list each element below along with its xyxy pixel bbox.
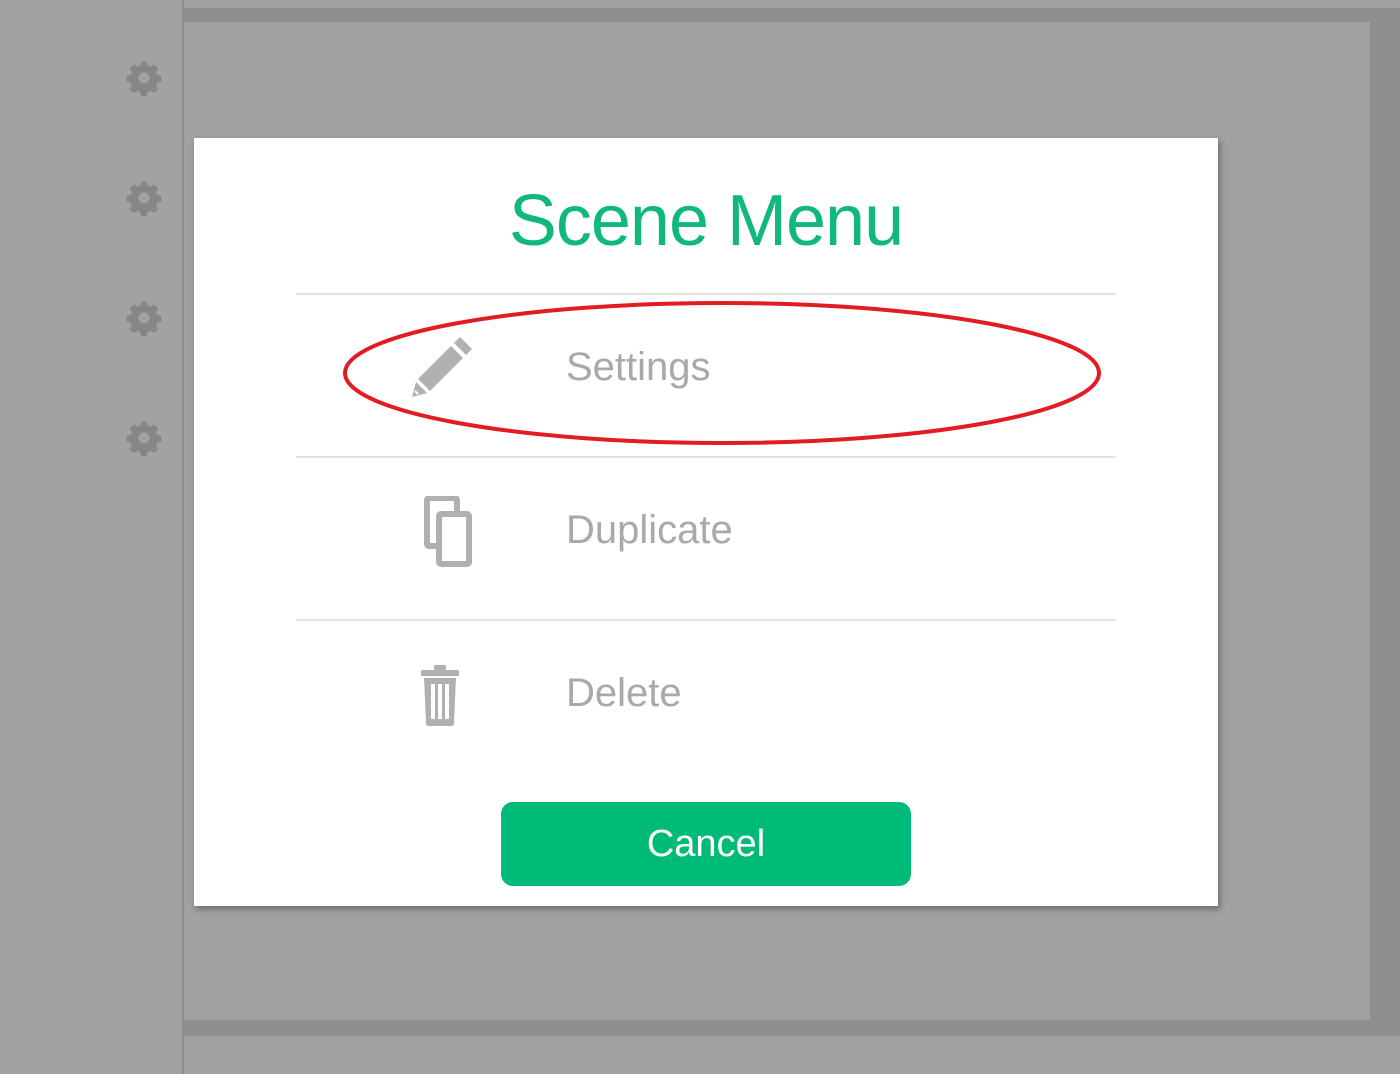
menu-item-label: Delete	[566, 671, 682, 715]
menu-item-duplicate[interactable]: Duplicate	[296, 458, 1116, 618]
dialog-title: Scene Menu	[508, 181, 904, 261]
cancel-button[interactable]: Cancel	[501, 802, 911, 886]
menu-item-label: Settings	[566, 345, 711, 389]
gear-icon[interactable]	[126, 300, 162, 336]
trash-icon	[421, 665, 459, 726]
duplicate-icon	[424, 496, 472, 567]
pencil-icon	[412, 337, 472, 397]
gear-icon[interactable]	[126, 180, 162, 216]
menu-item-delete[interactable]: Delete	[296, 621, 1116, 781]
menu-item-label: Duplicate	[566, 508, 733, 552]
gear-icon[interactable]	[126, 60, 162, 96]
gear-icon[interactable]	[126, 420, 162, 456]
sidebar	[0, 0, 184, 1074]
menu-item-settings[interactable]: Settings	[296, 295, 1116, 455]
